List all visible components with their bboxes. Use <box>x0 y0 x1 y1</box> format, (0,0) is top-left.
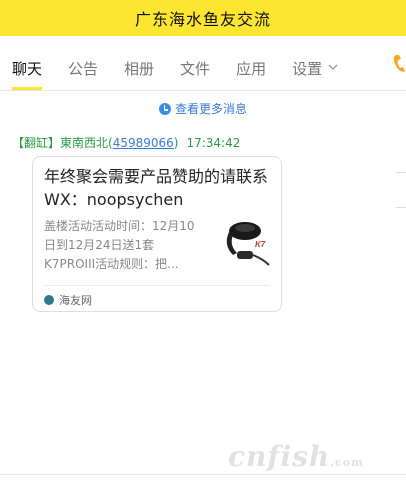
tab-settings[interactable]: 设置 <box>292 46 338 90</box>
card-title: 年终聚会需要产品赞助的请联系WX：noopsychen <box>44 167 269 209</box>
card-source: 海友网 <box>44 292 92 308</box>
sender-name[interactable]: 東南西北 <box>60 136 108 150</box>
clock-icon <box>158 103 171 115</box>
bottom-divider <box>0 474 406 475</box>
tab-bar: 聊天 公告 相册 文件 应用 设置 <box>0 46 406 90</box>
tab-apps[interactable]: 应用 <box>236 46 266 90</box>
source-icon <box>44 295 54 305</box>
tab-album[interactable]: 相册 <box>124 46 154 90</box>
sender-id-link[interactable]: 45989066 <box>113 136 174 150</box>
tab-label: 文件 <box>180 59 211 78</box>
watermark-text: cnfish <box>228 440 331 473</box>
sender-id-close: ) <box>173 136 179 150</box>
share-card[interactable]: 年终聚会需要产品赞助的请联系WX：noopsychen 盖楼活动活动时间：12月… <box>32 156 282 312</box>
card-description: 盖楼活动活动时间：12月10日到12月24日送1套K7PROIII活动规则：把.… <box>44 219 195 271</box>
tab-label: 聊天 <box>12 59 43 78</box>
window-title: 广东海水鱼友交流 <box>134 10 271 29</box>
source-label: 海友网 <box>59 294 92 307</box>
message-time: 17:34:42 <box>186 136 241 150</box>
side-divider <box>396 207 406 208</box>
tab-label: 应用 <box>236 59 267 78</box>
watermark: cnfish.com <box>228 440 364 473</box>
message-header: 【翻缸】東南西北(45989066) 17:34:42 <box>12 134 240 151</box>
svg-text:K7: K7 <box>255 240 266 249</box>
tab-announcement[interactable]: 公告 <box>68 46 98 90</box>
watermark-suffix: .com <box>330 456 364 469</box>
side-divider <box>396 172 406 173</box>
chevron-down-icon <box>328 63 338 74</box>
view-more-messages[interactable]: 查看更多消息 <box>0 100 406 117</box>
title-bar: 广东海水鱼友交流 <box>0 0 406 36</box>
tab-files[interactable]: 文件 <box>180 46 210 90</box>
tab-chat[interactable]: 聊天 <box>12 46 43 90</box>
tab-divider <box>0 90 406 91</box>
view-more-label: 查看更多消息 <box>174 102 247 116</box>
tab-label: 相册 <box>124 59 155 78</box>
tab-label: 公告 <box>68 59 99 78</box>
phone-icon[interactable] <box>390 52 406 76</box>
tab-label: 设置 <box>292 59 323 78</box>
card-divider <box>44 285 270 286</box>
card-thumbnail: K7 <box>219 215 275 271</box>
sender-tag: 【翻缸】 <box>12 136 61 150</box>
